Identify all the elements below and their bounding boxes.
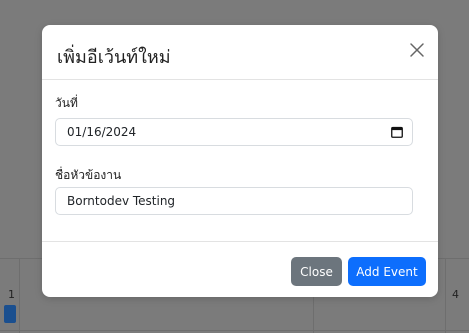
event-name-label: ชื่อหัวข้องาน [55,168,122,182]
event-name-value: Borntodev Testing [67,194,176,208]
modal-footer: Close Add Event [42,241,438,297]
calendar-day-number: 1 [8,288,15,301]
calendar-grid-line [445,258,446,333]
close-icon[interactable] [408,41,426,59]
calendar-grid-line [0,330,469,331]
close-button[interactable]: Close [291,257,342,286]
date-label: วันที่ [55,96,78,110]
add-event-button[interactable]: Add Event [348,257,426,286]
calendar-event-chip[interactable] [4,305,16,323]
date-input[interactable]: 01/16/2024 [55,118,413,146]
event-name-input[interactable]: Borntodev Testing [55,187,413,215]
date-value: 01/16/2024 [67,125,137,139]
calendar-grid-line [313,297,314,333]
calendar-grid-line [19,258,20,333]
calendar-day-number: 4 [452,288,459,301]
modal-header: เพิ่มอีเว้นท์ใหม่ [42,25,438,80]
add-event-modal: เพิ่มอีเว้นท์ใหม่ วันที่ 01/16/2024 ชื่อ… [42,25,438,297]
modal-title: เพิ่มอีเว้นท์ใหม่ [57,47,171,68]
modal-body: วันที่ 01/16/2024 ชื่อหัวข้องาน Borntode… [42,80,438,240]
calendar-icon[interactable] [391,126,403,138]
